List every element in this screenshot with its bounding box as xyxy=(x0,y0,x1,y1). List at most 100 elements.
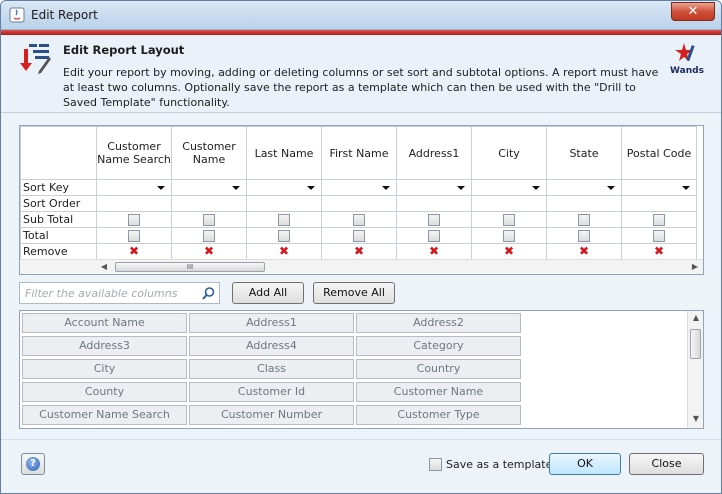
add-all-button[interactable]: Add All xyxy=(232,282,304,304)
available-column-item[interactable]: County xyxy=(22,382,187,402)
total-checkbox[interactable] xyxy=(353,229,365,242)
sort-key-dropdown[interactable] xyxy=(621,179,697,196)
available-column-item[interactable]: Account Name xyxy=(22,313,187,333)
available-column-item[interactable]: Customer Name Search xyxy=(22,405,187,425)
total-cell xyxy=(621,227,697,244)
close-button[interactable]: Close xyxy=(629,453,704,475)
chevron-down-icon xyxy=(532,186,540,190)
total-checkbox[interactable] xyxy=(653,229,665,242)
total-cell xyxy=(321,227,397,244)
scroll-down-icon[interactable]: ▼ xyxy=(690,414,702,426)
sort-key-dropdown[interactable] xyxy=(96,179,172,196)
row-label-sub-total: Sub Total xyxy=(20,211,97,228)
scroll-up-icon[interactable]: ▲ xyxy=(690,313,702,325)
save-template-label: Save as a template xyxy=(446,458,553,471)
header-title: Edit Report Layout xyxy=(63,43,185,57)
ok-button[interactable]: OK xyxy=(549,453,621,475)
row-label-sort-key: Sort Key xyxy=(20,179,97,196)
remove-cell: ✖ xyxy=(546,243,622,260)
sub-total-checkbox[interactable] xyxy=(503,213,515,226)
remove-column-icon[interactable]: ✖ xyxy=(247,244,321,259)
edit-report-window: Edit Report ✕ Edit Report Layout Edit yo… xyxy=(0,0,722,494)
remove-column-icon[interactable]: ✖ xyxy=(397,244,471,259)
total-checkbox[interactable] xyxy=(128,229,140,242)
remove-cell: ✖ xyxy=(471,243,547,260)
column-header[interactable]: Address1 xyxy=(396,126,472,180)
sort-order-cell[interactable] xyxy=(471,195,547,212)
remove-column-icon[interactable]: ✖ xyxy=(622,244,696,259)
scroll-right-icon[interactable]: ▶ xyxy=(689,261,701,273)
sub-total-checkbox[interactable] xyxy=(278,213,290,226)
available-column-item[interactable]: Address3 xyxy=(22,336,187,356)
sub-total-cell xyxy=(171,211,247,228)
window-close-button[interactable]: ✕ xyxy=(671,2,715,21)
total-checkbox[interactable] xyxy=(503,229,515,242)
remove-column-icon[interactable]: ✖ xyxy=(547,244,621,259)
available-column-item[interactable]: Address1 xyxy=(189,313,354,333)
sub-total-checkbox[interactable] xyxy=(653,213,665,226)
title-bar[interactable]: Edit Report ✕ xyxy=(1,1,721,30)
column-header[interactable]: Customer Name xyxy=(171,126,247,180)
total-checkbox[interactable] xyxy=(203,229,215,242)
help-button[interactable]: ? xyxy=(21,453,45,475)
sort-order-cell[interactable] xyxy=(321,195,397,212)
remove-column-icon[interactable]: ✖ xyxy=(472,244,546,259)
available-column-item[interactable]: City xyxy=(22,359,187,379)
remove-cell: ✖ xyxy=(246,243,322,260)
column-header[interactable]: Last Name xyxy=(246,126,322,180)
save-template-checkbox[interactable] xyxy=(429,458,442,471)
vertical-scrollbar[interactable]: ▲ ▼ xyxy=(687,311,703,428)
available-column-item[interactable]: Class xyxy=(189,359,354,379)
sort-order-cell[interactable] xyxy=(621,195,697,212)
scroll-thumb[interactable]: III xyxy=(115,262,265,272)
horizontal-scrollbar[interactable]: ◀ III ▶ xyxy=(20,259,703,274)
wands-logo: Wands xyxy=(667,41,707,76)
row-label-sort-order: Sort Order xyxy=(20,195,97,212)
column-header[interactable]: First Name xyxy=(321,126,397,180)
sub-total-checkbox[interactable] xyxy=(128,213,140,226)
total-checkbox[interactable] xyxy=(428,229,440,242)
total-checkbox[interactable] xyxy=(278,229,290,242)
remove-column-icon[interactable]: ✖ xyxy=(97,244,171,259)
available-column-item[interactable]: Customer Name xyxy=(356,382,521,402)
scroll-thumb[interactable] xyxy=(690,329,701,359)
sort-order-cell[interactable] xyxy=(96,195,172,212)
available-column-item[interactable]: Address4 xyxy=(189,336,354,356)
remove-all-button[interactable]: Remove All xyxy=(313,282,395,304)
available-column-item[interactable]: Customer Number xyxy=(189,405,354,425)
sub-total-checkbox[interactable] xyxy=(353,213,365,226)
sub-total-cell xyxy=(396,211,472,228)
column-header[interactable]: City xyxy=(471,126,547,180)
sort-key-dropdown[interactable] xyxy=(321,179,397,196)
sort-key-dropdown[interactable] xyxy=(471,179,547,196)
column-header[interactable]: State xyxy=(546,126,622,180)
column-header[interactable]: Postal Code xyxy=(621,126,697,180)
available-column-item[interactable]: Customer Type xyxy=(356,405,521,425)
available-column-item[interactable]: Country xyxy=(356,359,521,379)
available-column-item[interactable]: Category xyxy=(356,336,521,356)
available-column-item[interactable]: Customer Id xyxy=(189,382,354,402)
sub-total-cell xyxy=(321,211,397,228)
remove-cell: ✖ xyxy=(396,243,472,260)
sub-total-checkbox[interactable] xyxy=(203,213,215,226)
total-checkbox[interactable] xyxy=(578,229,590,242)
remove-column-icon[interactable]: ✖ xyxy=(322,244,396,259)
sort-key-dropdown[interactable] xyxy=(396,179,472,196)
sort-key-dropdown[interactable] xyxy=(171,179,247,196)
sort-order-cell[interactable] xyxy=(396,195,472,212)
filter-input[interactable] xyxy=(23,285,198,301)
sub-total-cell xyxy=(621,211,697,228)
column-header[interactable]: Customer Name Search xyxy=(96,126,172,180)
sort-order-cell[interactable] xyxy=(546,195,622,212)
sort-order-cell[interactable] xyxy=(246,195,322,212)
remove-column-icon[interactable]: ✖ xyxy=(172,244,246,259)
sub-total-checkbox[interactable] xyxy=(428,213,440,226)
total-cell xyxy=(396,227,472,244)
sub-total-checkbox[interactable] xyxy=(578,213,590,226)
search-icon[interactable] xyxy=(201,286,216,301)
sort-key-dropdown[interactable] xyxy=(246,179,322,196)
scroll-left-icon[interactable]: ◀ xyxy=(98,261,110,273)
sort-key-dropdown[interactable] xyxy=(546,179,622,196)
sort-order-cell[interactable] xyxy=(171,195,247,212)
available-column-item[interactable]: Address2 xyxy=(356,313,521,333)
